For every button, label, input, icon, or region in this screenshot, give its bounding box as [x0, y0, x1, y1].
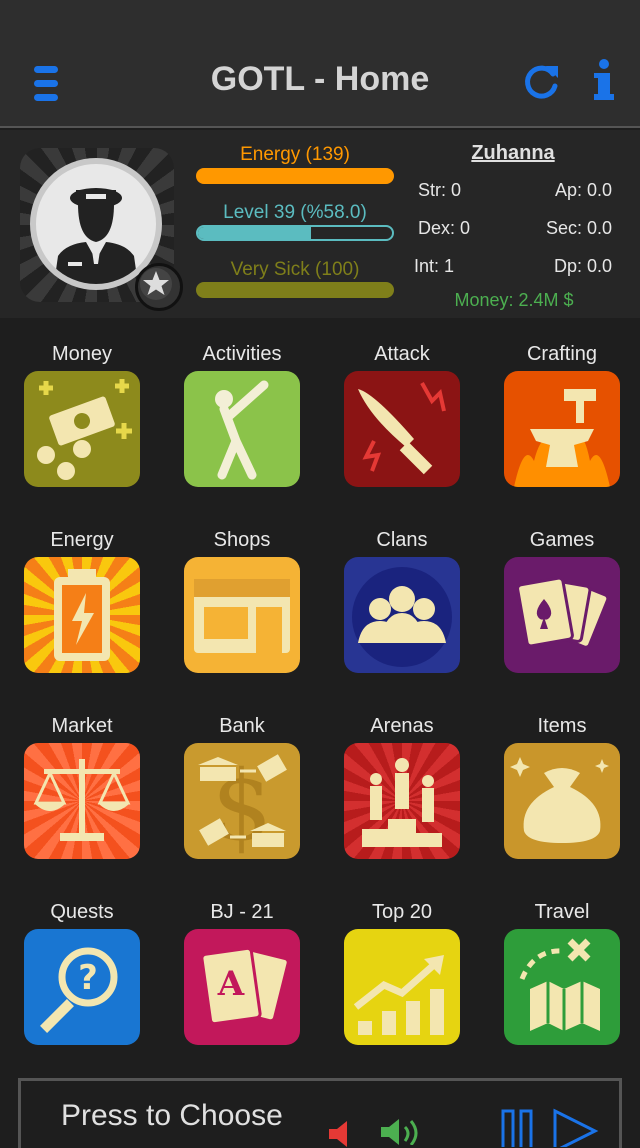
- ace-card-icon[interactable]: A: [184, 929, 300, 1045]
- tile-activities[interactable]: Activities: [162, 340, 322, 487]
- tile-attack[interactable]: Attack: [322, 340, 482, 487]
- tile-label: Arenas: [370, 715, 434, 737]
- tile-label: Shops: [213, 529, 271, 551]
- refresh-icon[interactable]: [522, 62, 562, 102]
- play-icon[interactable]: [551, 1107, 599, 1147]
- tile-money[interactable]: Money: [2, 340, 162, 487]
- battery-energy-icon[interactable]: [24, 557, 140, 673]
- profile-panel: Energy (139) Level 39 (%58.0) Very Sick …: [0, 130, 640, 318]
- tile-label: Bank: [219, 715, 265, 737]
- tile-quests[interactable]: Quests ?: [2, 898, 162, 1045]
- tile-label: Quests: [50, 901, 114, 923]
- pause-icon[interactable]: [499, 1107, 539, 1147]
- tile-shops[interactable]: Shops: [162, 526, 322, 673]
- playing-cards-icon[interactable]: [504, 557, 620, 673]
- level-bar: [196, 225, 394, 241]
- energy-bar: [196, 168, 394, 184]
- podium-icon[interactable]: [344, 743, 460, 859]
- energy-label: Energy (139): [240, 144, 350, 165]
- bank-exchange-icon[interactable]: $: [184, 743, 300, 859]
- health-bar: [196, 282, 394, 298]
- level-label: Level 39 (%58.0): [223, 202, 367, 223]
- tile-label: Travel: [534, 901, 590, 923]
- app-header: GOTL - Home: [0, 0, 640, 128]
- stat-dex: Dex: 0: [418, 218, 471, 238]
- treasure-map-icon[interactable]: [504, 929, 620, 1045]
- speaker-sound-icon[interactable]: [377, 1115, 427, 1145]
- tile-label: Energy: [50, 529, 114, 551]
- tile-bank[interactable]: Bank $: [162, 712, 322, 859]
- tile-label: Attack: [374, 343, 430, 365]
- stat-str: Str: 0: [418, 180, 462, 200]
- tile-top20[interactable]: Top 20: [322, 898, 482, 1045]
- tile-travel[interactable]: Travel: [482, 898, 640, 1045]
- stat-dp: Dp: 0.0: [553, 256, 612, 276]
- tile-bj21[interactable]: BJ - 21 A: [162, 898, 322, 1045]
- storefront-icon[interactable]: [184, 557, 300, 673]
- tile-items[interactable]: Items: [482, 712, 640, 859]
- bottom-control-bar: Press to Choose: [18, 1078, 622, 1148]
- stat-int: Int: 1: [414, 256, 455, 276]
- speaker-mute-icon[interactable]: [325, 1117, 363, 1147]
- tile-energy[interactable]: Energy: [2, 526, 162, 673]
- tile-label: Clans: [376, 529, 428, 551]
- anvil-hammer-icon[interactable]: [504, 371, 620, 487]
- tile-clans[interactable]: Clans: [322, 526, 482, 673]
- tile-games[interactable]: Games: [482, 526, 640, 673]
- tile-label: Games: [529, 529, 595, 551]
- info-icon[interactable]: [588, 58, 618, 102]
- username[interactable]: Zuhanna: [410, 142, 616, 165]
- tile-label: BJ - 21: [210, 901, 274, 923]
- balance-scale-icon[interactable]: [24, 743, 140, 859]
- tile-label: Items: [537, 715, 587, 737]
- stat-sec: Sec: 0.0: [545, 218, 612, 238]
- tile-label: Money: [51, 343, 113, 365]
- magnifier-question-icon[interactable]: ?: [24, 929, 140, 1045]
- money-icon[interactable]: [24, 371, 140, 487]
- choose-button[interactable]: Press to Choose: [61, 1099, 283, 1133]
- sack-icon[interactable]: [504, 743, 620, 859]
- growth-chart-icon[interactable]: [344, 929, 460, 1045]
- tile-crafting[interactable]: Crafting: [482, 340, 640, 487]
- svg-text:A: A: [217, 964, 245, 1004]
- activities-icon[interactable]: [184, 371, 300, 487]
- knife-attack-icon[interactable]: [344, 371, 460, 487]
- tile-label: Crafting: [526, 343, 598, 365]
- tile-market[interactable]: Market: [2, 712, 162, 859]
- svg-text:?: ?: [78, 958, 98, 998]
- tile-label: Activities: [202, 343, 282, 365]
- health-label: Very Sick (100): [230, 259, 360, 280]
- stat-ap: Ap: 0.0: [554, 180, 612, 200]
- tile-label: Market: [51, 715, 113, 737]
- rank-star-icon: [135, 263, 183, 311]
- tile-label: Top 20: [371, 901, 433, 923]
- tile-arenas[interactable]: Arenas: [322, 712, 482, 859]
- clan-group-icon[interactable]: [344, 557, 460, 673]
- money-balance: Money: 2.4M $: [454, 290, 574, 310]
